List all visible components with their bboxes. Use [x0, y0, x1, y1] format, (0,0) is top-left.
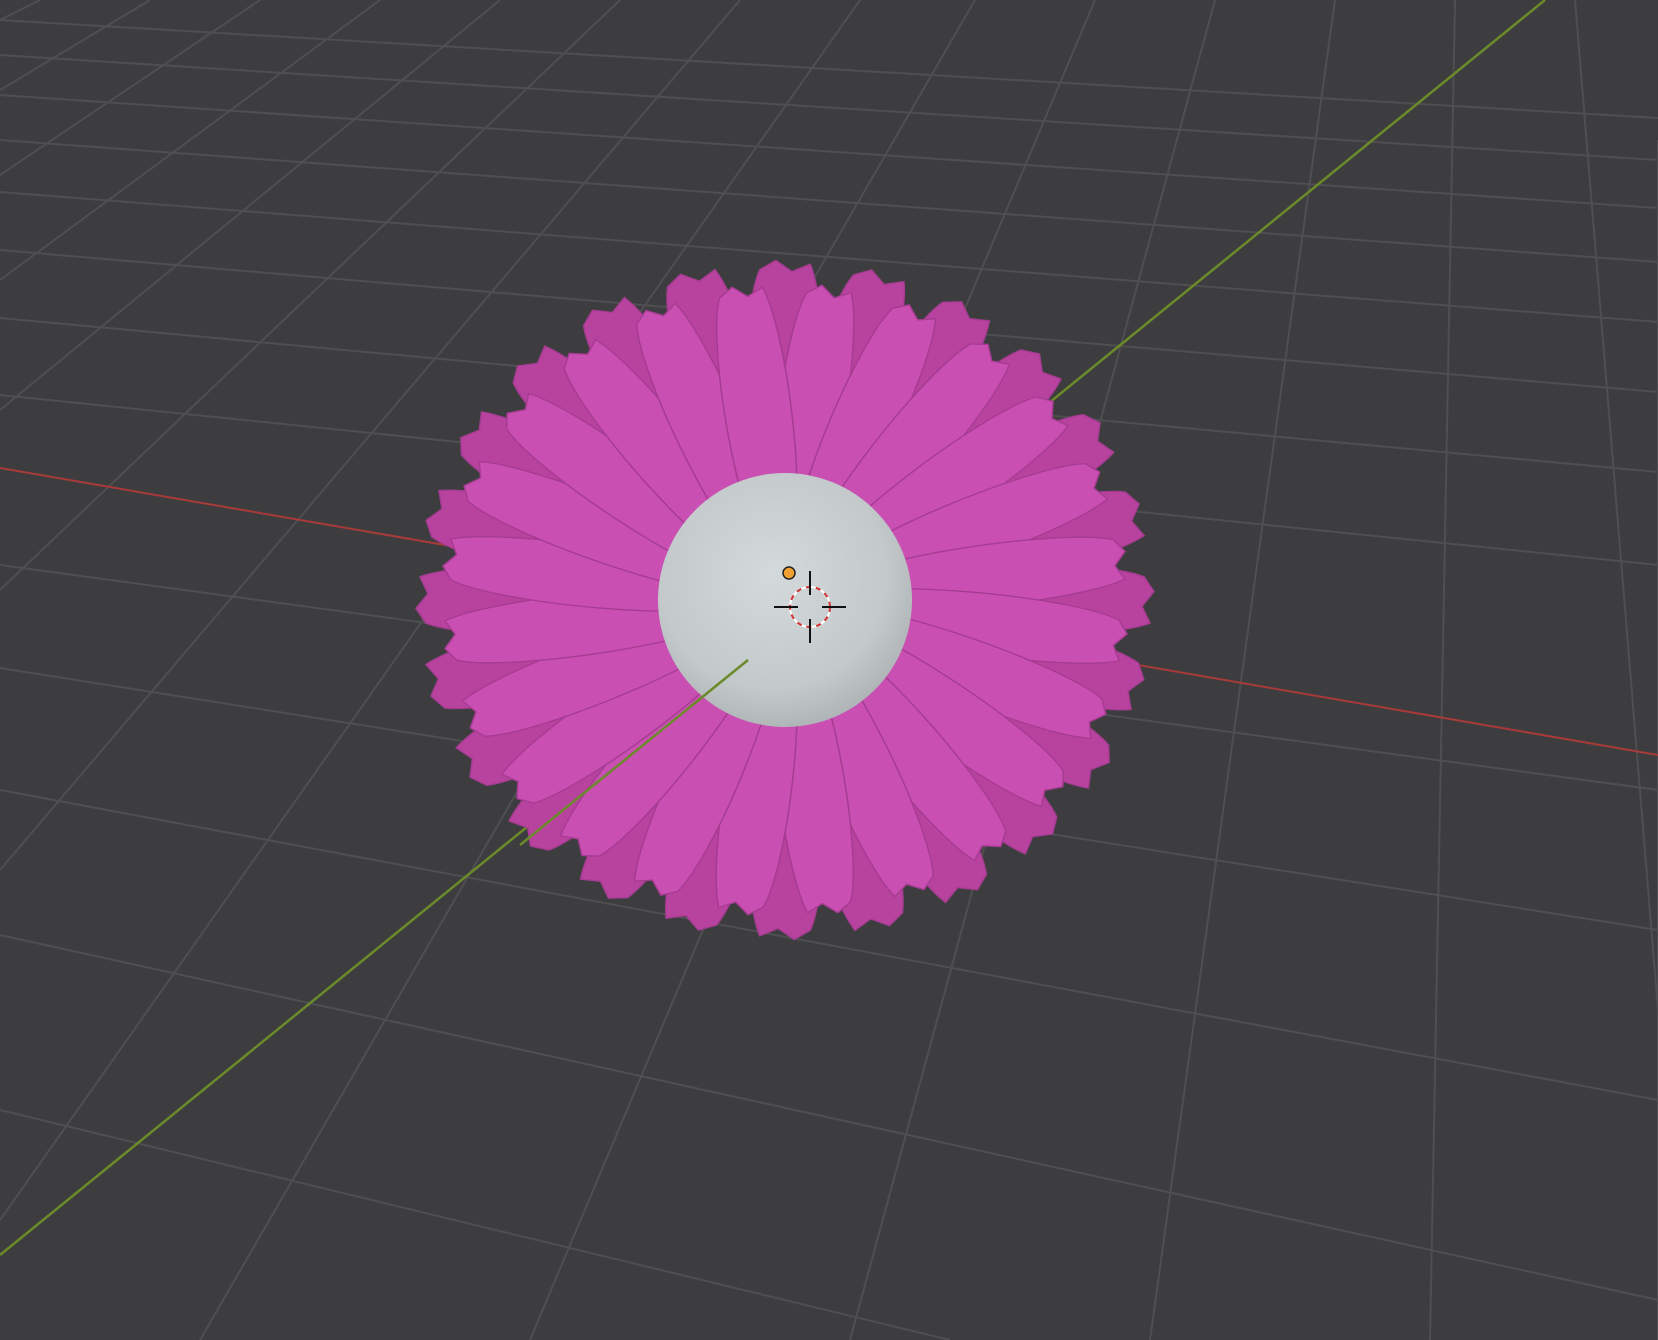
viewport-canvas[interactable] [0, 0, 1658, 1340]
object-origin-icon[interactable] [782, 566, 796, 580]
3d-viewport[interactable] [0, 0, 1658, 1340]
flower-center-sphere[interactable] [658, 473, 912, 727]
